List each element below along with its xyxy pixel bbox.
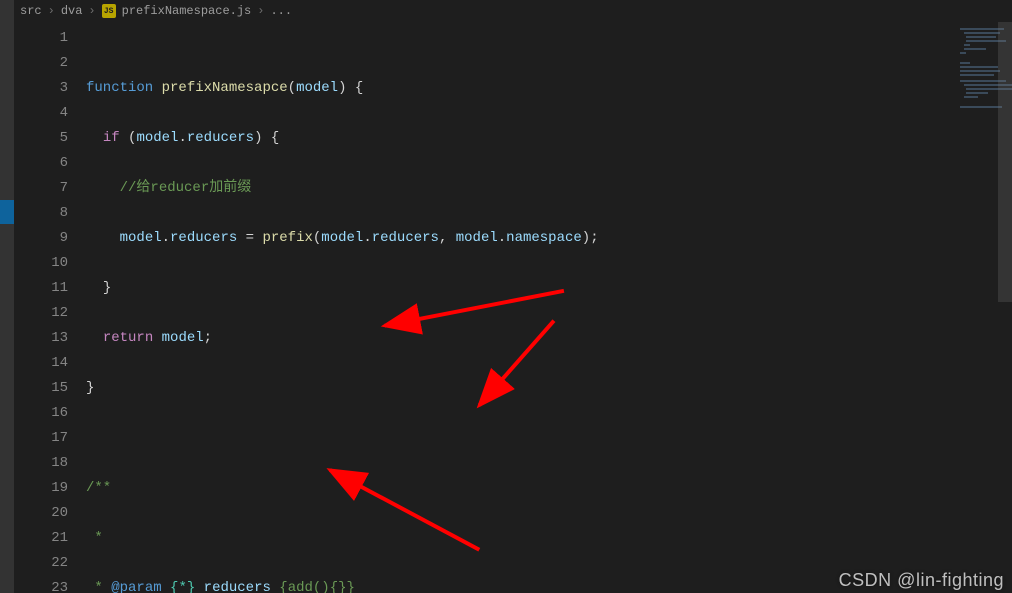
js-file-icon: JS bbox=[102, 4, 116, 18]
activity-bar[interactable] bbox=[0, 0, 14, 593]
editor-group: src › dva › JS prefixNamespace.js › ... … bbox=[14, 0, 1012, 593]
line-number-gutter: 1234567891011121314151617181920212223 bbox=[14, 22, 86, 593]
annotation-arrows bbox=[86, 22, 1012, 591]
chevron-right-icon: › bbox=[48, 4, 55, 18]
editor[interactable]: 1234567891011121314151617181920212223 fu… bbox=[14, 22, 1012, 593]
breadcrumb-tail[interactable]: ... bbox=[270, 4, 292, 18]
chevron-right-icon: › bbox=[88, 4, 95, 18]
activity-indicator bbox=[0, 200, 14, 224]
vertical-scrollbar[interactable] bbox=[998, 22, 1012, 593]
code-area[interactable]: function prefixNamesapce(model) { if (mo… bbox=[86, 22, 1012, 593]
chevron-right-icon: › bbox=[257, 4, 264, 18]
watermark-text: CSDN @lin-fighting bbox=[839, 570, 1004, 591]
breadcrumb-file[interactable]: prefixNamespace.js bbox=[122, 4, 252, 18]
scrollbar-thumb[interactable] bbox=[998, 22, 1012, 302]
breadcrumbs[interactable]: src › dva › JS prefixNamespace.js › ... bbox=[14, 0, 1012, 22]
breadcrumb-seg[interactable]: dva bbox=[61, 4, 83, 18]
breadcrumb-seg[interactable]: src bbox=[20, 4, 42, 18]
